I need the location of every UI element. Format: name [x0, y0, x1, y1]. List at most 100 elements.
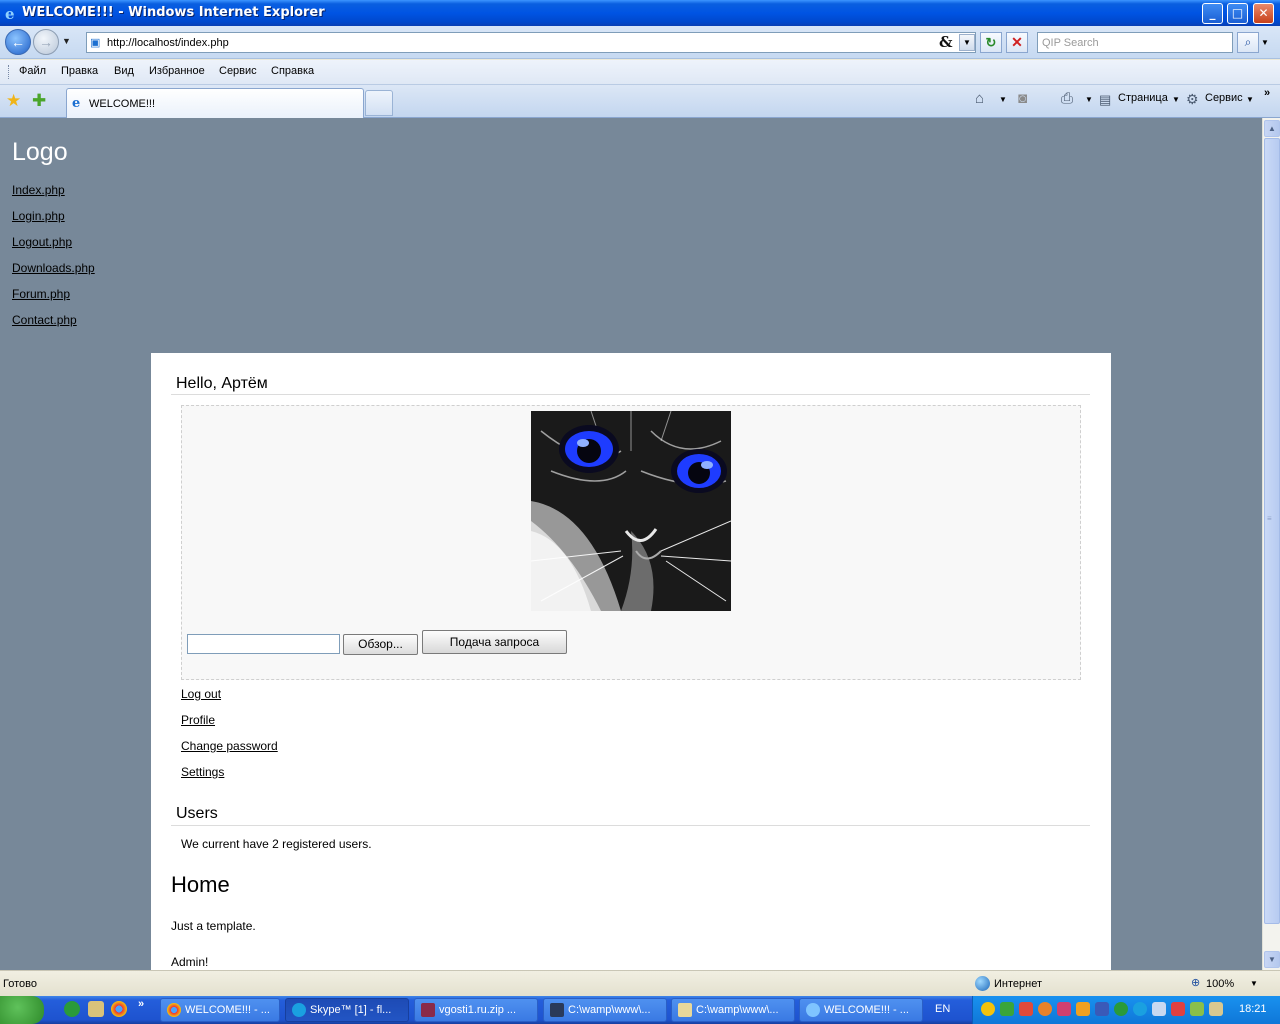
ie-icon: [806, 1003, 820, 1017]
language-indicator[interactable]: EN: [935, 1003, 950, 1015]
home-author: Admin!: [171, 955, 209, 969]
history-dropdown-icon[interactable]: ▼: [62, 36, 71, 46]
tools-dropdown-icon[interactable]: ▼: [1246, 95, 1254, 104]
nav-link-logout[interactable]: Logout.php: [12, 235, 72, 249]
page-icon: ▣: [90, 37, 101, 49]
taskbar-button-ie[interactable]: WELCOME!!! - ...: [799, 998, 923, 1022]
submit-button[interactable]: Подача запроса: [422, 630, 567, 654]
profile-link[interactable]: Profile: [181, 713, 215, 727]
security-zone[interactable]: Интернет: [994, 978, 1042, 990]
tray-icon[interactable]: [1057, 1002, 1071, 1016]
url-input[interactable]: [107, 34, 927, 51]
search-box[interactable]: [1037, 32, 1233, 53]
desktop-quicklaunch-icon[interactable]: [88, 1001, 104, 1017]
ie-page-icon: e: [72, 96, 81, 111]
tray-icon[interactable]: [1038, 1002, 1052, 1016]
stop-icon: ✕: [1011, 34, 1023, 50]
print-dropdown-icon[interactable]: ▼: [1085, 95, 1093, 104]
stop-button[interactable]: ✕: [1006, 32, 1028, 53]
zoom-dropdown-icon[interactable]: ▼: [1250, 979, 1258, 988]
menu-view[interactable]: Вид: [114, 65, 134, 77]
start-button[interactable]: [0, 996, 44, 1024]
tray-icon[interactable]: [1209, 1002, 1223, 1016]
nav-link-downloads[interactable]: Downloads.php: [12, 261, 95, 275]
torrent-quicklaunch-icon[interactable]: [64, 1001, 80, 1017]
search-input[interactable]: [1038, 33, 1228, 52]
tray-icon[interactable]: [1190, 1002, 1204, 1016]
skype-tray-icon[interactable]: [1133, 1002, 1147, 1016]
tray-icon[interactable]: [1019, 1002, 1033, 1016]
tray-icon[interactable]: [981, 1002, 995, 1016]
page-menu-button[interactable]: Страница: [1118, 92, 1168, 104]
tray-icon[interactable]: [1000, 1002, 1014, 1016]
editor-icon: [550, 1003, 564, 1017]
vertical-scrollbar[interactable]: ▲ ≡ ▼: [1262, 118, 1280, 970]
page-menu-icon: ▤: [1099, 92, 1112, 107]
taskbar-button-label: WELCOME!!! - ...: [185, 1004, 270, 1016]
menu-tools[interactable]: Сервис: [219, 65, 257, 77]
tab-bar: ★ ✚ e WELCOME!!! ⌂ ▼ ◙ ⎙ ▼ ▤ Страница ▼ …: [0, 85, 1280, 118]
home-dropdown-icon[interactable]: ▼: [999, 95, 1007, 104]
window-title-bar[interactable]: e WELCOME!!! - Windows Internet Explorer…: [0, 0, 1280, 26]
nav-link-forum[interactable]: Forum.php: [12, 287, 70, 301]
compatibility-icon[interactable]: &: [939, 33, 953, 51]
add-favorites-icon[interactable]: ✚: [32, 91, 46, 111]
address-toolbar: ← → ▼ ▣ & ▼ ↻ ✕ ⌕ ▼: [0, 26, 1280, 59]
tab-welcome[interactable]: e WELCOME!!!: [66, 88, 364, 118]
tray-icon[interactable]: [1152, 1002, 1166, 1016]
menu-favorites[interactable]: Избранное: [149, 65, 205, 77]
chrome-quicklaunch-icon[interactable]: [111, 1001, 127, 1017]
minimize-button[interactable]: _: [1202, 3, 1223, 24]
menu-file[interactable]: Файл: [19, 65, 46, 77]
taskbar-button-folder-2[interactable]: C:\wamp\www\...: [671, 998, 795, 1022]
taskbar-button-archive[interactable]: vgosti1.ru.zip ...: [414, 998, 538, 1022]
url-dropdown-icon[interactable]: ▼: [959, 34, 975, 51]
quicklaunch-more-icon[interactable]: »: [138, 998, 144, 1010]
home-icon[interactable]: ⌂: [975, 90, 984, 107]
network-icon[interactable]: [1095, 1002, 1109, 1016]
content-panel: Hello, Артём Обзор... Подача запроса Log…: [151, 353, 1111, 970]
tools-menu-button[interactable]: Сервис: [1205, 92, 1243, 104]
back-button[interactable]: ←: [5, 29, 31, 55]
settings-link[interactable]: Settings: [181, 765, 224, 779]
toolbar-grip[interactable]: [8, 65, 10, 79]
search-options-icon[interactable]: ▼: [1261, 38, 1269, 47]
zoom-icon[interactable]: ⊕: [1191, 976, 1200, 989]
taskbar-button-skype[interactable]: Skype™ [1] - fl...: [285, 998, 409, 1022]
system-tray: 18:21: [972, 996, 1280, 1024]
logout-link[interactable]: Log out: [181, 687, 221, 701]
browse-button[interactable]: Обзор...: [343, 634, 418, 655]
file-path-input[interactable]: [187, 634, 340, 654]
archive-icon: [421, 1003, 435, 1017]
clock[interactable]: 18:21: [1239, 1003, 1267, 1015]
forward-button[interactable]: →: [33, 29, 59, 55]
nav-link-login[interactable]: Login.php: [12, 209, 65, 223]
site-logo: Logo: [12, 138, 68, 166]
print-icon[interactable]: ⎙: [1061, 90, 1073, 107]
change-password-link[interactable]: Change password: [181, 739, 278, 753]
scroll-thumb[interactable]: [1264, 138, 1280, 924]
taskbar-button-folder-1[interactable]: C:\wamp\www\...: [543, 998, 667, 1022]
nav-link-index[interactable]: Index.php: [12, 183, 65, 197]
rss-feed-icon[interactable]: ◙: [1018, 90, 1027, 107]
close-window-button[interactable]: ✕: [1253, 3, 1274, 24]
maximize-button[interactable]: □: [1227, 3, 1248, 24]
menu-help[interactable]: Справка: [271, 65, 314, 77]
page-dropdown-icon[interactable]: ▼: [1172, 95, 1180, 104]
volume-icon[interactable]: [1171, 1002, 1185, 1016]
zoom-level[interactable]: 100%: [1206, 978, 1234, 990]
new-tab-button[interactable]: [365, 90, 393, 116]
search-button[interactable]: ⌕: [1237, 32, 1259, 53]
favorites-star-icon[interactable]: ★: [6, 91, 21, 111]
scroll-up-icon[interactable]: ▲: [1264, 120, 1280, 137]
chevron-more-icon[interactable]: »: [1264, 87, 1270, 99]
nav-link-contact[interactable]: Contact.php: [12, 313, 77, 327]
taskbar-button-chrome[interactable]: WELCOME!!! - ...: [160, 998, 280, 1022]
menu-edit[interactable]: Правка: [61, 65, 98, 77]
menu-bar: Файл Правка Вид Избранное Сервис Справка: [0, 60, 1280, 85]
scroll-down-icon[interactable]: ▼: [1264, 951, 1280, 968]
tray-icon[interactable]: [1076, 1002, 1090, 1016]
refresh-button[interactable]: ↻: [980, 32, 1002, 53]
address-field[interactable]: ▣ & ▼: [86, 32, 976, 53]
tray-icon[interactable]: [1114, 1002, 1128, 1016]
